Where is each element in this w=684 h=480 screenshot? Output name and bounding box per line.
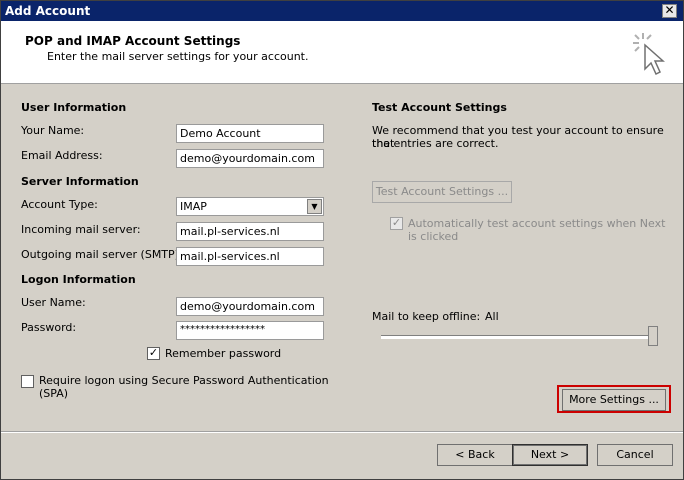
email-address-label: Email Address:: [21, 149, 103, 162]
chevron-down-icon[interactable]: ▼: [307, 199, 322, 214]
incoming-server-label: Incoming mail server:: [21, 223, 141, 236]
spa-checkbox[interactable]: [21, 375, 34, 388]
password-input[interactable]: *****************: [176, 321, 324, 340]
window-title: Add Account: [5, 4, 91, 18]
add-account-dialog: Add Account ✕ POP and IMAP Account Setti…: [0, 0, 684, 480]
auto-test-label-line1: Automatically test account settings when…: [408, 217, 666, 230]
user-name-label: User Name:: [21, 296, 86, 309]
password-label: Password:: [21, 321, 77, 334]
auto-test-label-line2: is clicked: [408, 230, 459, 243]
outgoing-server-input[interactable]: mail.pl-services.nl: [176, 247, 324, 266]
test-account-settings-heading: Test Account Settings: [372, 101, 507, 114]
footer-divider: [1, 431, 683, 433]
user-name-input[interactable]: demo@yourdomain.com: [176, 297, 324, 316]
cancel-button[interactable]: Cancel: [597, 444, 673, 466]
page-title: POP and IMAP Account Settings: [25, 34, 241, 48]
remember-password-label: Remember password: [165, 347, 282, 360]
test-account-settings-button[interactable]: Test Account Settings ...: [372, 181, 512, 203]
remember-password-checkbox[interactable]: ✓: [147, 347, 160, 360]
server-information-heading: Server Information: [21, 175, 139, 188]
offline-slider-track[interactable]: [381, 335, 657, 339]
cursor-click-icon: [633, 33, 665, 76]
wizard-header: POP and IMAP Account Settings Enter the …: [1, 21, 683, 84]
your-name-label: Your Name:: [21, 124, 85, 137]
logon-information-heading: Logon Information: [21, 273, 136, 286]
account-type-select[interactable]: IMAP ▼: [176, 197, 324, 216]
account-type-label: Account Type:: [21, 198, 98, 211]
test-description-line2: the entries are correct.: [372, 137, 499, 150]
email-address-input[interactable]: demo@yourdomain.com: [176, 149, 324, 168]
next-button[interactable]: Next >: [512, 444, 588, 466]
mail-offline-label: Mail to keep offline:: [372, 310, 481, 323]
auto-test-checkbox[interactable]: ✓: [390, 217, 403, 230]
incoming-server-input[interactable]: mail.pl-services.nl: [176, 222, 324, 241]
offline-slider-handle[interactable]: [648, 326, 658, 346]
page-subtitle: Enter the mail server settings for your …: [47, 50, 309, 63]
back-button[interactable]: < Back: [437, 444, 513, 466]
account-type-value: IMAP: [180, 200, 207, 213]
spa-label-line2: (SPA): [39, 387, 69, 400]
close-button[interactable]: ✕: [662, 4, 677, 18]
your-name-input[interactable]: Demo Account: [176, 124, 324, 143]
close-icon: ✕: [664, 3, 675, 17]
mail-offline-value: All: [485, 310, 499, 323]
more-settings-button[interactable]: More Settings ...: [562, 389, 666, 411]
spa-label-line1: Require logon using Secure Password Auth…: [39, 374, 329, 387]
user-information-heading: User Information: [21, 101, 127, 114]
outgoing-server-label: Outgoing mail server (SMTP):: [21, 248, 183, 261]
title-bar[interactable]: Add Account ✕: [1, 1, 683, 21]
